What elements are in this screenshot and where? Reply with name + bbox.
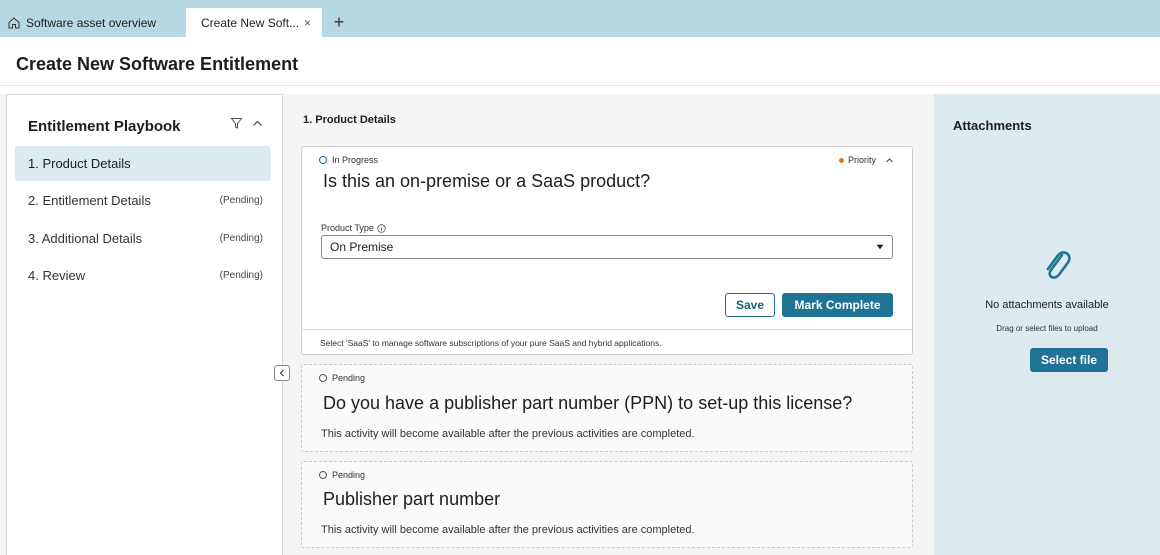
info-icon[interactable] [377, 223, 386, 233]
playbook-item-label: 2. Entitlement Details [28, 193, 151, 208]
playbook-item-product-details[interactable]: 1. Product Details [15, 146, 271, 181]
pending-icon [319, 471, 327, 479]
activity-note: This activity will become available afte… [321, 428, 695, 440]
save-button[interactable]: Save [725, 293, 775, 317]
divider [0, 85, 1160, 86]
activity-card-product-type: In Progress Priority Is this an on-premi… [301, 146, 913, 355]
playbook-item-review[interactable]: 4. Review (Pending) [15, 258, 271, 293]
activity-question: Publisher part number [323, 489, 501, 509]
playbook-item-status: (Pending) [219, 195, 263, 206]
playbook-item-status: (Pending) [219, 233, 263, 244]
priority-indicator: Priority [838, 155, 894, 165]
section-title: 1. Product Details [303, 114, 396, 126]
pending-icon [319, 374, 327, 382]
status-label: In Progress [332, 155, 379, 165]
home-icon [8, 16, 20, 28]
tab-software-asset-overview[interactable]: Software asset overview [0, 8, 184, 37]
playbook-item-label: 4. Review [28, 268, 86, 283]
activity-card-publisher-part-number: Pending Publisher part number This activ… [301, 461, 913, 548]
no-attachments-text: No attachments available [985, 299, 1109, 311]
product-type-select[interactable]: On Premise [321, 235, 893, 259]
footer-text: Select 'SaaS' to manage software subscri… [320, 337, 662, 348]
activity-status: Pending [319, 373, 365, 383]
playbook-item-status: (Pending) [219, 270, 263, 281]
chevron-left-icon [279, 369, 284, 377]
activity-question: Do you have a publisher part number (PPN… [323, 393, 853, 413]
playbook-panel: Entitlement Playbook 1. Product Details … [6, 94, 283, 555]
field-label-text: Product Type [321, 223, 374, 233]
playbook-item-additional-details[interactable]: 3. Additional Details (Pending) [15, 221, 271, 256]
playbook-item-label: 1. Product Details [28, 156, 131, 171]
select-value: On Premise [330, 240, 394, 254]
close-tab-icon[interactable]: × [304, 16, 311, 30]
mark-complete-button[interactable]: Mark Complete [782, 293, 893, 317]
upload-hint: Drag or select files to upload [996, 324, 1098, 333]
body-area: Entitlement Playbook 1. Product Details … [0, 94, 1160, 555]
playbook-item-entitlement-details[interactable]: 2. Entitlement Details (Pending) [15, 183, 271, 218]
activity-card-ppn: Pending Do you have a publisher part num… [301, 364, 913, 452]
tab-label: Create New Soft... [201, 15, 300, 30]
in-progress-icon [319, 156, 327, 164]
filter-icon[interactable] [230, 117, 243, 130]
priority-dot-icon [838, 157, 844, 163]
playbook-item-label: 3. Additional Details [28, 231, 143, 246]
attachments-panel: Attachments No attachments available Dra… [934, 94, 1160, 555]
collapse-sidebar-button[interactable] [274, 365, 290, 381]
activity-status: In Progress [319, 155, 378, 165]
activity-note: This activity will become available afte… [321, 524, 695, 536]
playbook-title: Entitlement Playbook [28, 118, 181, 135]
paperclip-icon [1046, 251, 1071, 279]
activity-footer: Select 'SaaS' to manage software subscri… [302, 329, 912, 355]
page-title: Create New Software Entitlement [16, 54, 299, 74]
activity-status: Pending [319, 470, 365, 480]
select-file-button[interactable]: Select file [1030, 348, 1108, 372]
add-tab-button[interactable]: + [326, 8, 352, 37]
status-label: Pending [332, 470, 366, 480]
playbook-toolbar [230, 117, 264, 130]
chevron-up-icon[interactable] [251, 117, 264, 130]
tab-bar: Software asset overview Create New Soft.… [0, 0, 1160, 37]
activity-question: Is this an on-premise or a SaaS product? [323, 171, 651, 191]
caret-down-icon [876, 244, 884, 250]
tab-label: Software asset overview [26, 15, 157, 30]
product-type-label: Product Type [321, 223, 386, 233]
attachments-title: Attachments [953, 118, 1032, 133]
tab-create-new-software[interactable]: Create New Soft... × [186, 8, 322, 37]
chevron-up-icon[interactable] [885, 156, 894, 165]
status-label: Pending [332, 373, 366, 383]
priority-label: Priority [847, 155, 876, 165]
